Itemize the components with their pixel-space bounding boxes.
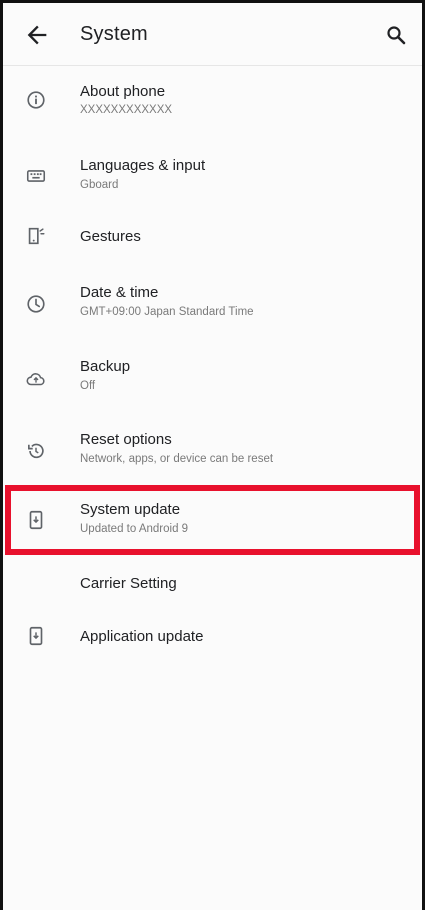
- info-icon: [25, 89, 47, 111]
- gestures-phone-icon: [25, 225, 47, 247]
- app-update-icon: [25, 625, 47, 647]
- search-button[interactable]: [384, 23, 408, 47]
- settings-item-reset-options[interactable]: Reset options Network, apps, or device c…: [3, 420, 422, 480]
- search-icon: [387, 26, 406, 45]
- item-summary: Gboard: [80, 179, 119, 191]
- item-label: Application update: [80, 628, 204, 645]
- settings-item-about-phone[interactable]: About phone XXXXXXXXXXXX: [3, 70, 422, 130]
- item-label: Languages & input: [80, 157, 206, 174]
- item-summary: Network, apps, or device can be reset: [80, 453, 274, 465]
- back-button[interactable]: [23, 21, 51, 49]
- keyboard-icon: [25, 165, 47, 187]
- settings-item-gestures[interactable]: Gestures: [3, 212, 422, 262]
- item-summary: XXXXXXXXXXXX: [80, 104, 173, 116]
- settings-item-application-update[interactable]: Application update: [3, 612, 422, 662]
- clock-icon: [25, 293, 47, 315]
- settings-item-date-time[interactable]: Date & time GMT+09:00 Japan Standard Tim…: [3, 272, 422, 332]
- item-label: Carrier Setting: [80, 575, 177, 592]
- item-label: Gestures: [80, 228, 141, 245]
- arrow-back-icon: [27, 25, 47, 45]
- app-bar: System: [3, 3, 422, 66]
- item-label: About phone: [80, 83, 166, 100]
- settings-item-languages-input[interactable]: Languages & input Gboard: [3, 145, 422, 205]
- settings-item-carrier-setting[interactable]: Carrier Setting: [3, 560, 422, 610]
- settings-item-backup[interactable]: Backup Off: [3, 346, 422, 406]
- highlight-box: [5, 485, 420, 555]
- item-summary: Off: [80, 380, 96, 392]
- restore-icon: [25, 440, 47, 462]
- item-label: Backup: [80, 358, 131, 375]
- item-summary: GMT+09:00 Japan Standard Time: [80, 306, 254, 318]
- item-label: Reset options: [80, 431, 172, 448]
- cloud-backup-icon: [25, 368, 47, 390]
- item-label: Date & time: [80, 284, 159, 301]
- page-title: System: [80, 23, 148, 45]
